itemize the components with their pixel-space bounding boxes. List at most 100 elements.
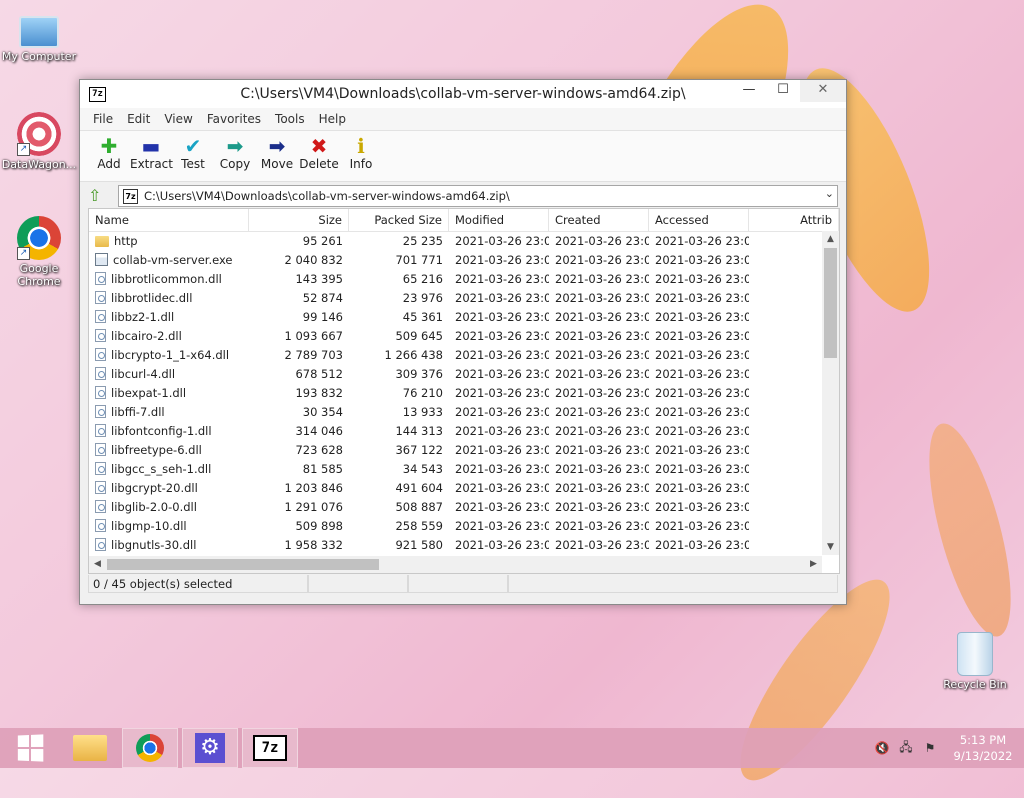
toolbar-add-button[interactable]: ✚ Add [88, 131, 130, 181]
column-name[interactable]: Name [89, 209, 249, 231]
check-icon: ✔ [184, 134, 202, 158]
clock[interactable]: 5:13 PM 9/13/2022 [946, 732, 1020, 764]
table-row[interactable]: collab-vm-server.exe 2 040 832 701 771 2021… [89, 251, 821, 270]
close-button[interactable]: ✕ [800, 80, 846, 102]
taskbar-google-chrome[interactable] [122, 728, 178, 768]
column-size[interactable]: Size [249, 209, 349, 231]
file-name-cell: libfontconfig-1.dll [89, 422, 249, 441]
toolbar-delete-button[interactable]: ✖ Delete [298, 131, 340, 181]
chevron-down-icon[interactable]: ⌄ [825, 187, 834, 200]
file-modified: 2021-03-26 23:01 [455, 367, 549, 381]
table-row[interactable]: libffi-7.dll 30 354 13 933 2021-03-26 23:01… [89, 403, 821, 422]
file-accessed: 2021-03-26 23:03 [655, 481, 749, 495]
table-row[interactable]: libfontconfig-1.dll 314 046 144 313 2021-03… [89, 422, 821, 441]
table-row[interactable]: libfreetype-6.dll 723 628 367 122 2021-03-2… [89, 441, 821, 460]
file-name: libfreetype-6.dll [111, 443, 202, 457]
volume-muted-icon[interactable]: 🔇 [874, 741, 890, 755]
file-modified: 2021-03-26 23:01 [455, 462, 549, 476]
archive-icon: 7z [123, 188, 138, 204]
move-arrow-icon: ➡ [268, 134, 286, 158]
plus-icon: ✚ [100, 134, 118, 158]
minimize-button[interactable]: — [732, 80, 766, 102]
table-row[interactable]: libgnutls-30.dll 1 958 332 921 580 2021-03-… [89, 536, 821, 552]
file-name: libgnutls-30.dll [111, 538, 197, 552]
menu-edit[interactable]: Edit [120, 108, 157, 130]
file-name: libbrotlidec.dll [111, 291, 193, 305]
file-size: 723 628 [295, 443, 343, 457]
column-packed-size[interactable]: Packed Size [349, 209, 449, 231]
scrollbar-thumb[interactable] [107, 559, 379, 570]
file-accessed: 2021-03-26 23:03 [655, 424, 749, 438]
file-accessed: 2021-03-26 23:01 [655, 234, 749, 248]
file-modified: 2021-03-26 23:01 [455, 310, 549, 324]
table-row[interactable]: libbrotlicommon.dll 143 395 65 216 2021-03-… [89, 270, 821, 289]
column-accessed[interactable]: Accessed [649, 209, 749, 231]
horizontal-scrollbar[interactable]: ◀ ▶ [89, 556, 822, 573]
action-center-icon[interactable]: ⚑ [922, 741, 938, 755]
column-attrib[interactable]: Attrib [749, 209, 839, 231]
menu-view[interactable]: View [157, 108, 199, 130]
file-size: 30 354 [302, 405, 343, 419]
start-button[interactable] [0, 728, 60, 768]
network-icon[interactable]: 🖧 [898, 738, 914, 759]
desktop-icon-recycle-bin[interactable]: Recycle Bin [937, 632, 1013, 691]
table-row[interactable]: libexpat-1.dll 193 832 76 210 2021-03-26 23… [89, 384, 821, 403]
scroll-left-icon[interactable]: ◀ [89, 556, 106, 573]
table-row[interactable]: libgcrypt-20.dll 1 203 846 491 604 2021-03-… [89, 479, 821, 498]
toolbar-copy-button[interactable]: ➡ Copy [214, 131, 256, 181]
file-packed-size: 1 266 438 [384, 348, 443, 362]
scrollbar-thumb[interactable] [824, 248, 837, 358]
file-packed-size: 508 887 [395, 500, 443, 514]
table-row[interactable]: http 95 261 25 235 2021-03-26 23:01 2021-03-… [89, 232, 821, 251]
taskbar-settings[interactable]: ⚙ [182, 728, 238, 768]
toolbar-info-button[interactable]: ℹ Info [340, 131, 382, 181]
desktop-icon-datawagon[interactable]: ↗ DataWagon... [1, 112, 77, 171]
desktop-icon-label: Google Chrome [17, 262, 61, 288]
shortcut-arrow-icon: ↗ [17, 247, 30, 260]
file-name-cell: libgcc_s_seh-1.dll [89, 460, 249, 479]
file-created: 2021-03-26 23:01 [555, 538, 649, 552]
toolbar-move-button[interactable]: ➡ Move [256, 131, 298, 181]
toolbar-extract-button[interactable]: ▬ Extract [130, 131, 173, 181]
file-modified: 2021-03-26 23:01 [455, 405, 549, 419]
table-row[interactable]: libbz2-1.dll 99 146 45 361 2021-03-26 23:01… [89, 308, 821, 327]
file-name: libgcc_s_seh-1.dll [111, 462, 212, 476]
taskbar-7zip[interactable]: 7z [242, 728, 298, 768]
toolbar-test-button[interactable]: ✔ Test [172, 131, 214, 181]
up-folder-icon[interactable]: ⇧ [88, 187, 106, 205]
file-packed-size: 23 976 [402, 291, 443, 305]
file-created: 2021-03-26 23:01 [555, 367, 649, 381]
maximize-button[interactable]: ☐ [766, 80, 800, 102]
table-row[interactable]: libglib-2.0-0.dll 1 291 076 508 887 2021-03… [89, 498, 821, 517]
file-packed-size: 34 543 [402, 462, 443, 476]
scroll-down-icon[interactable]: ▼ [822, 539, 839, 555]
file-modified: 2021-03-26 23:01 [455, 481, 549, 495]
desktop-icon-my-computer[interactable]: My Computer [1, 8, 77, 63]
table-row[interactable]: libbrotlidec.dll 52 874 23 976 2021-03-26 2… [89, 289, 821, 308]
table-row[interactable]: libgmp-10.dll 509 898 258 559 2021-03-26 23… [89, 517, 821, 536]
dll-file-icon [95, 272, 106, 285]
computer-icon [19, 16, 59, 48]
menu-favorites[interactable]: Favorites [200, 108, 268, 130]
column-modified[interactable]: Modified [449, 209, 549, 231]
menu-file[interactable]: File [86, 108, 120, 130]
table-row[interactable]: libcairo-2.dll 1 093 667 509 645 2021-03-26… [89, 327, 821, 346]
dll-file-icon [95, 519, 106, 532]
table-row[interactable]: libcurl-4.dll 678 512 309 376 2021-03-26 23… [89, 365, 821, 384]
file-packed-size: 144 313 [395, 424, 443, 438]
table-row[interactable]: libgcc_s_seh-1.dll 81 585 34 543 2021-03-26… [89, 460, 821, 479]
taskbar-file-explorer[interactable] [60, 728, 120, 768]
vertical-scrollbar[interactable]: ▲ ▼ [822, 231, 839, 555]
desktop-icon-google-chrome[interactable]: ↗ Google Chrome [1, 216, 77, 288]
menu-tools[interactable]: Tools [268, 108, 312, 130]
menu-help[interactable]: Help [312, 108, 353, 130]
table-row[interactable]: libcrypto-1_1-x64.dll 2 789 703 1 266 438 2… [89, 346, 821, 365]
scroll-right-icon[interactable]: ▶ [805, 556, 822, 573]
title-bar[interactable]: 7z C:\Users\VM4\Downloads\collab-vm-serv… [80, 80, 846, 108]
scroll-up-icon[interactable]: ▲ [822, 231, 839, 247]
dll-file-icon [95, 443, 106, 456]
address-input[interactable]: 7z C:\Users\VM4\Downloads\collab-vm-serv… [118, 185, 838, 207]
file-name: libcairo-2.dll [111, 329, 182, 343]
column-created[interactable]: Created [549, 209, 649, 231]
system-tray: 🔇 🖧 ⚑ 5:13 PM 9/13/2022 [874, 728, 1024, 768]
